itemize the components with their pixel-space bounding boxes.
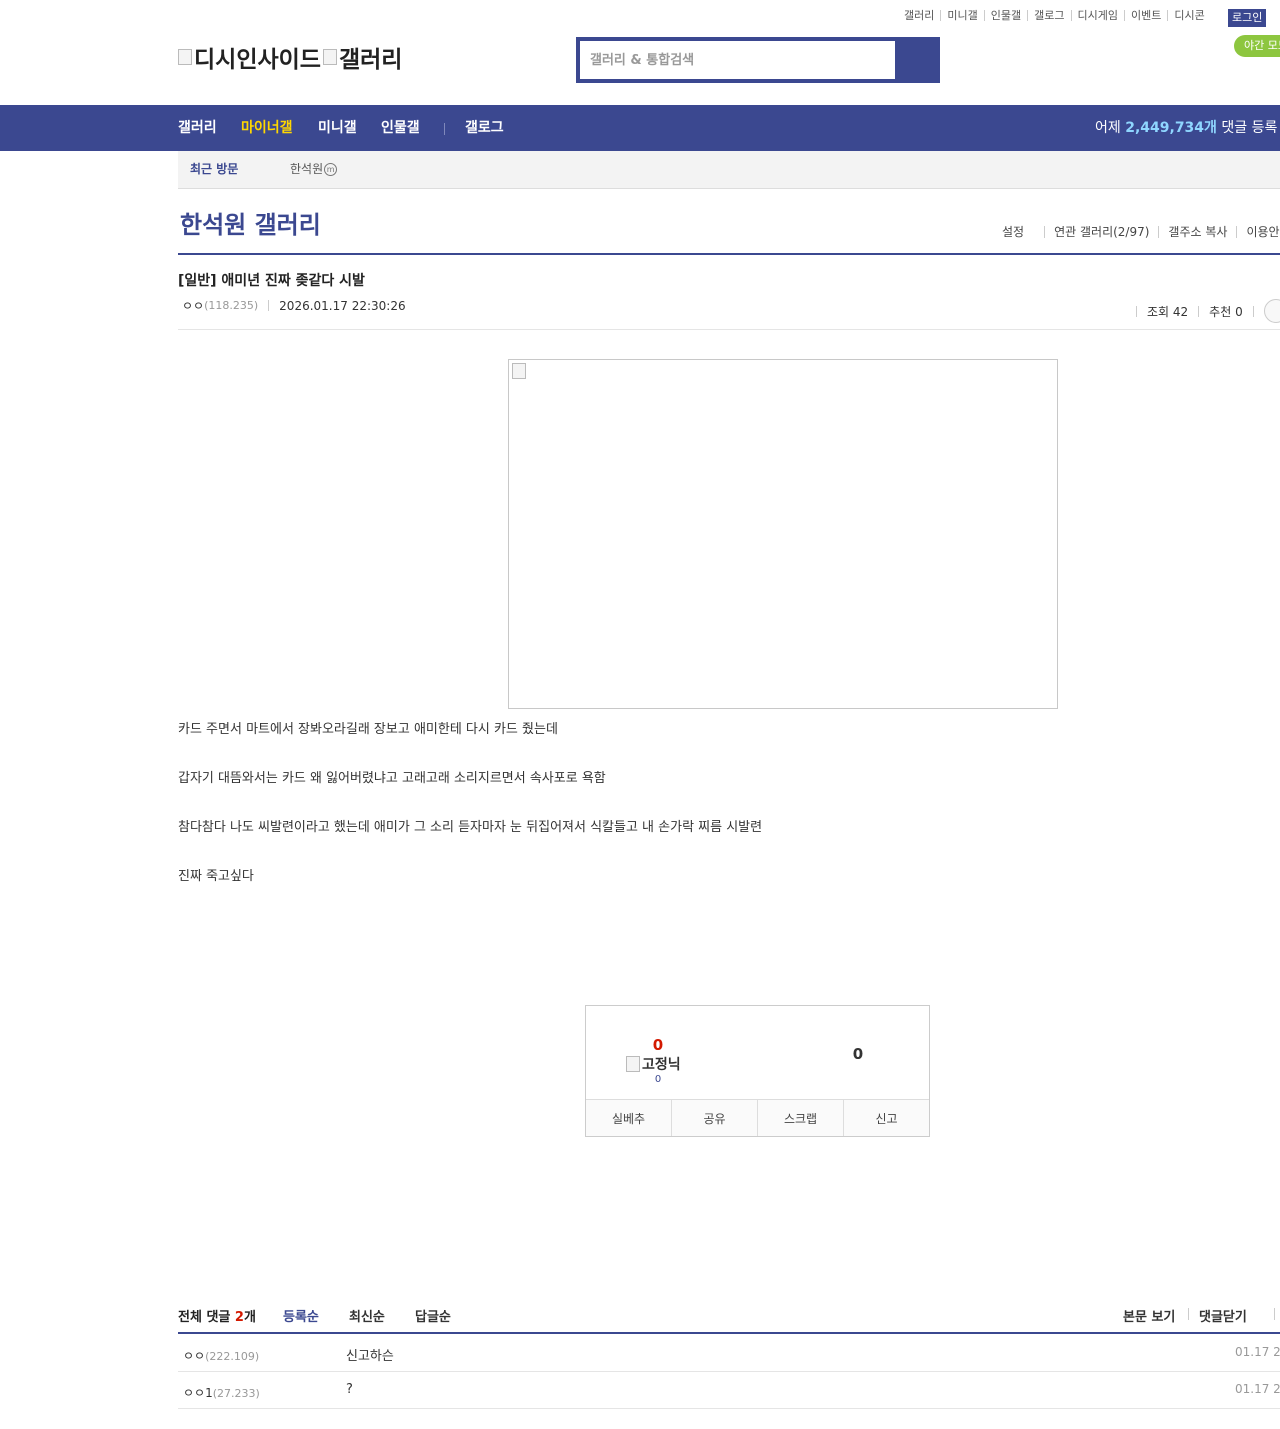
count-divider (1252, 305, 1254, 317)
comment-row: ㅇㅇ(222.109) 신고하슨 01.17 22:31:05 (178, 1335, 1280, 1372)
comment-author[interactable]: ㅇㅇ1(27.233) (183, 1384, 260, 1401)
logo-gallery-alt: 갤러리 (338, 47, 403, 73)
util-link-persongall[interactable]: 인물갤 (983, 10, 1027, 21)
site-logo[interactable]: 디시인사이드 갤러리 (178, 40, 402, 74)
util-link-dcgame[interactable]: 디시게임 (1070, 10, 1124, 21)
util-link-minigall[interactable]: 미니갤 (940, 10, 983, 21)
fixed-nick-count: 0 (654, 1074, 662, 1085)
night-mode-toggle[interactable]: 야간 모드 (1234, 35, 1280, 57)
meta-divider (268, 300, 270, 311)
recommend-actions: 실베추 공유 스크랩 신고 (586, 1099, 929, 1136)
count-divider (1136, 305, 1137, 317)
recent-visit-bar: 최근 방문 한석원 m (178, 151, 1280, 189)
post-image[interactable] (508, 359, 1058, 709)
util-link-gallog[interactable]: 갤로그 (1027, 10, 1070, 21)
comments-header: 전체 댓글 2개 등록순 최신순 답글순 본문 보기 댓글닫기 (178, 1303, 1280, 1333)
comments-total: 전체 댓글 2개 (178, 1306, 256, 1325)
recent-visit-label: 최근 방문 (190, 162, 239, 176)
comment-ip: (27.233) (212, 1387, 260, 1400)
logo-site-alt: 디시인사이드 (194, 47, 321, 73)
stat-suffix: 댓글 등록 (1221, 120, 1278, 136)
comments-total-count: 2 (234, 1310, 244, 1325)
close-comments-link[interactable]: 댓글닫기 (1199, 1306, 1247, 1325)
post-paragraph: 참다참다 나도 씨발련이라고 했는데 애미가 그 소리 듣자마자 눈 뒤집어져서… (178, 820, 763, 835)
post-author[interactable]: ㅇㅇ (182, 297, 204, 314)
comments-divider (178, 1332, 1280, 1334)
minor-gallery-icon: m (324, 163, 338, 176)
title-divider (178, 253, 1280, 255)
broken-image-icon (322, 49, 337, 65)
recent-gallery-link[interactable]: 한석원 m (290, 151, 338, 188)
search-box (576, 37, 940, 83)
stat-count: 2,449,734개 (1125, 120, 1217, 136)
login-button[interactable]: 로그인 (1228, 9, 1267, 27)
post-recommends: 추천 0 (1209, 304, 1243, 319)
stat-prefix: 어제 (1095, 120, 1121, 136)
recommend-box: 0 고정닉 0 0 실베추 공유 스크랩 신고 (585, 1005, 930, 1137)
top-utility-links: 갤러리 미니갤 인물갤 갤로그 디시게임 이벤트 디시콘 (898, 10, 1211, 21)
post-datetime: 2026.01.17 22:30:26 (279, 298, 406, 313)
post-title: [일반] 애미년 진짜 좆같다 시발 (178, 273, 365, 289)
related-gallery-link[interactable]: 연관 갤러리(2/97) (1044, 226, 1158, 238)
search-icon (897, 41, 936, 79)
comments-count-unit: 개 (243, 1310, 256, 1325)
util-link-event[interactable]: 이벤트 (1123, 10, 1167, 21)
broken-image-icon (626, 1056, 640, 1072)
post-counts: 조회 42 추천 0 (1136, 299, 1280, 323)
link-divider (1188, 1308, 1189, 1320)
comment-author[interactable]: ㅇㅇ(222.109) (183, 1347, 259, 1364)
comment-stat: 어제 2,449,734개 댓글 등록 (1095, 105, 1277, 151)
post-paragraph: 진짜 죽고싶다 (178, 869, 254, 884)
comment-text: ? (346, 1382, 353, 1397)
sort-latest[interactable]: 최신순 (349, 1306, 385, 1325)
comment-ip: (222.109) (205, 1350, 260, 1363)
fixed-nick-recommend: 고정닉 (626, 1054, 681, 1074)
nav-item-persongall[interactable]: 인물갤 (381, 105, 420, 151)
sort-replies[interactable]: 답글순 (415, 1306, 451, 1325)
comment-date: 01.17 22:31:05 (1235, 1345, 1280, 1359)
post-views: 조회 42 (1147, 304, 1189, 319)
post-author-ip: (118.235) (204, 299, 259, 312)
gallery-title[interactable]: 한석원 갤러리 (180, 205, 321, 240)
best-recommend-button[interactable]: 실베추 (586, 1100, 671, 1136)
comment-text: 신고하슨 (346, 1349, 394, 1364)
search-input[interactable] (580, 41, 890, 79)
comment-date: 01.17 22:31:40 (1235, 1382, 1280, 1396)
sort-registered[interactable]: 등록순 (283, 1306, 319, 1325)
util-link-dccon[interactable]: 디시콘 (1167, 10, 1210, 21)
nav-divider (444, 123, 445, 135)
nav-item-gallery[interactable]: 갤러리 (178, 105, 217, 151)
nav-item-gallog[interactable]: 갤로그 (465, 105, 504, 151)
share-button[interactable]: 공유 (671, 1100, 757, 1136)
scrap-button[interactable]: 스크랩 (757, 1100, 843, 1136)
util-link-gallery[interactable]: 갤러리 (898, 10, 940, 21)
comment-nick: ㅇㅇ1 (183, 1386, 213, 1400)
copy-gallery-url-link[interactable]: 갤주소 복사 (1158, 226, 1236, 238)
post-paragraph: 카드 주면서 마트에서 장봐오라길래 장보고 애미한테 다시 카드 줬는데 (178, 722, 558, 737)
nav-item-minigall[interactable]: 미니갤 (318, 105, 357, 151)
gallery-tools: 설정 연관 갤러리(2/97) 갤주소 복사 이용안내 (1000, 226, 1280, 238)
recommend-up-count[interactable]: 0 (586, 1036, 730, 1054)
report-button[interactable]: 신고 (843, 1100, 929, 1136)
gallery-settings-link[interactable]: 설정 (1000, 226, 1044, 238)
broken-image-icon (178, 49, 192, 65)
broken-image-icon (512, 363, 526, 379)
comment-nick: ㅇㅇ (183, 1349, 206, 1363)
count-divider (1198, 305, 1200, 317)
post-meta: ㅇㅇ (118.235) 2026.01.17 22:30:26 (182, 297, 406, 314)
post-paragraph: 갑자기 대뜸와서는 카드 왜 잃어버렸냐고 고래고래 소리지르면서 속사포로 욕… (178, 771, 606, 786)
view-post-link[interactable]: 본문 보기 (1123, 1306, 1175, 1325)
nav-item-minorgall[interactable]: 마이너갤 (241, 105, 293, 151)
main-nav: 갤러리 마이너갤 미니갤 인물갤 갤로그 어제 2,449,734개 댓글 등록 (0, 105, 1280, 151)
usage-guide-link[interactable]: 이용안내 (1236, 226, 1280, 238)
post-header-divider (178, 329, 1280, 330)
recommend-down-count[interactable]: 0 (786, 1045, 930, 1063)
link-divider (1274, 1308, 1275, 1320)
recent-gallery-name: 한석원 (290, 162, 324, 176)
search-button[interactable] (897, 41, 936, 79)
comment-row: ㅇㅇ1(27.233) ? 01.17 22:31:40 (178, 1372, 1280, 1409)
comments-total-label: 전체 댓글 (178, 1310, 231, 1325)
fixed-nick-alt: 고정닉 (642, 1057, 681, 1073)
comment-count-button[interactable] (1263, 299, 1280, 323)
